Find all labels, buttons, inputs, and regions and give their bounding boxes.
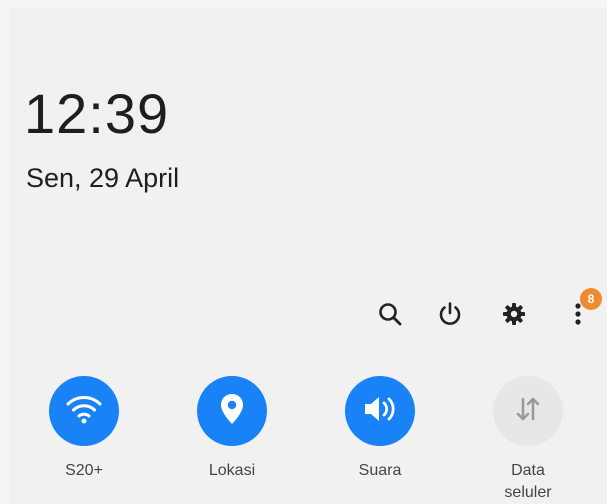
mobile-data-toggle[interactable] <box>493 376 563 446</box>
location-toggle[interactable] <box>197 376 267 446</box>
tile-mobile-data-label-line1: Data <box>511 462 545 479</box>
wifi-toggle[interactable] <box>49 376 119 446</box>
clock-date[interactable]: Sen, 29 April <box>26 165 179 192</box>
notification-badge: 8 <box>580 288 602 310</box>
gear-icon <box>501 301 527 327</box>
tile-wifi[interactable]: S20+ <box>29 376 139 482</box>
more-options-button[interactable]: 8 <box>560 288 602 332</box>
tile-mobile-data[interactable]: Data seluler <box>473 376 583 503</box>
sound-toggle[interactable] <box>345 376 415 446</box>
volume-icon <box>362 394 398 429</box>
settings-button[interactable] <box>496 296 532 332</box>
tile-wifi-label: S20+ <box>65 462 103 479</box>
tile-location[interactable]: Lokasi <box>177 376 287 482</box>
wifi-icon <box>65 392 103 431</box>
quick-actions-bar: 8 <box>0 288 607 336</box>
tile-mobile-data-label-line2: seluler <box>504 483 552 501</box>
search-icon <box>377 301 403 327</box>
search-button[interactable] <box>372 296 408 332</box>
clock-time[interactable]: 12:39 <box>24 86 169 142</box>
tile-sound-label: Suara <box>358 462 402 479</box>
location-pin-icon <box>218 392 246 431</box>
data-transfer-icon <box>513 394 543 429</box>
power-icon <box>436 300 464 328</box>
tile-location-label: Lokasi <box>208 462 256 479</box>
power-button[interactable] <box>432 296 468 332</box>
tile-mobile-data-label: Data seluler <box>473 460 583 503</box>
tile-sound[interactable]: Suara <box>325 376 435 482</box>
